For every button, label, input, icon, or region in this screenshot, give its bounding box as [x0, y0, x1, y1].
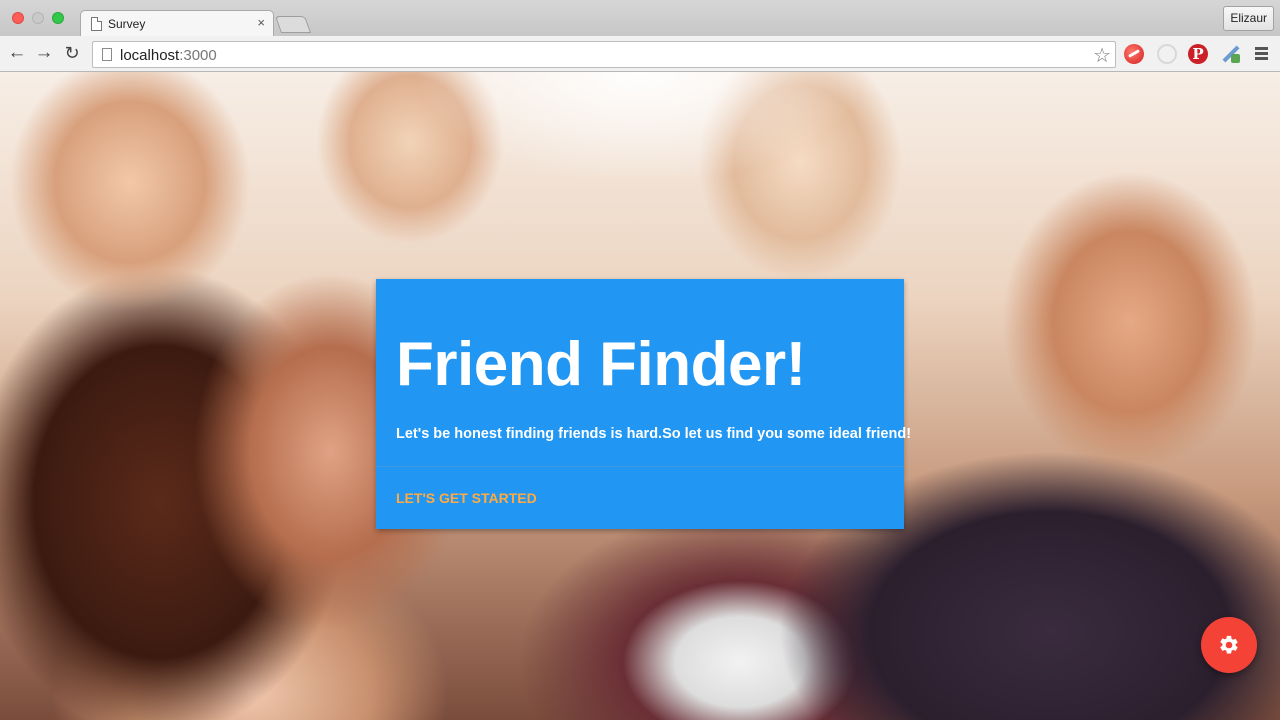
url-text[interactable]: localhost:3000 [120, 47, 217, 64]
bookmark-star-icon[interactable]: ☆ [1093, 43, 1111, 68]
tab-title: Survey [108, 17, 146, 31]
browser-toolbar: ← → ↻ localhost:3000 ☆ P [0, 36, 1280, 72]
intro-text: Let's be honest finding friends is hard.… [396, 426, 912, 442]
tab-close-icon[interactable]: × [257, 15, 265, 30]
window-close-button[interactable] [12, 12, 24, 24]
intro-card: Friend Finder! Let's be honest finding f… [376, 279, 911, 529]
page-icon [102, 48, 112, 61]
card-divider [376, 466, 904, 467]
extension-ring-icon[interactable] [1157, 44, 1177, 64]
page-icon [91, 17, 102, 31]
url-port: :3000 [179, 47, 217, 64]
window-minimize-button[interactable] [32, 12, 44, 24]
pinterest-icon[interactable]: P [1188, 44, 1208, 64]
new-tab-button[interactable] [274, 16, 312, 33]
back-arrow-icon[interactable]: ← [6, 42, 28, 64]
browser-tab-strip: Survey × Elizaur [0, 0, 1280, 37]
forward-arrow-icon[interactable]: → [33, 42, 55, 64]
extension-eyedropper-icon[interactable] [1221, 44, 1241, 64]
reload-icon[interactable]: ↻ [61, 42, 83, 64]
browser-menu-icon[interactable] [1255, 47, 1268, 62]
url-host: localhost [120, 47, 180, 64]
hero-background: Friend Finder! Let's be honest finding f… [0, 72, 1280, 720]
browser-tab[interactable]: Survey × [80, 10, 274, 37]
settings-fab-button[interactable] [1201, 617, 1257, 673]
gear-icon [1220, 635, 1238, 654]
get-started-link[interactable]: LET'S GET STARTED [396, 490, 537, 506]
extension-red-icon[interactable] [1124, 44, 1144, 64]
profile-button[interactable]: Elizaur [1223, 6, 1274, 31]
page-title: Friend Finder! [396, 330, 806, 399]
address-bar[interactable]: localhost:3000 ☆ [92, 41, 1116, 68]
window-maximize-button[interactable] [52, 12, 64, 24]
